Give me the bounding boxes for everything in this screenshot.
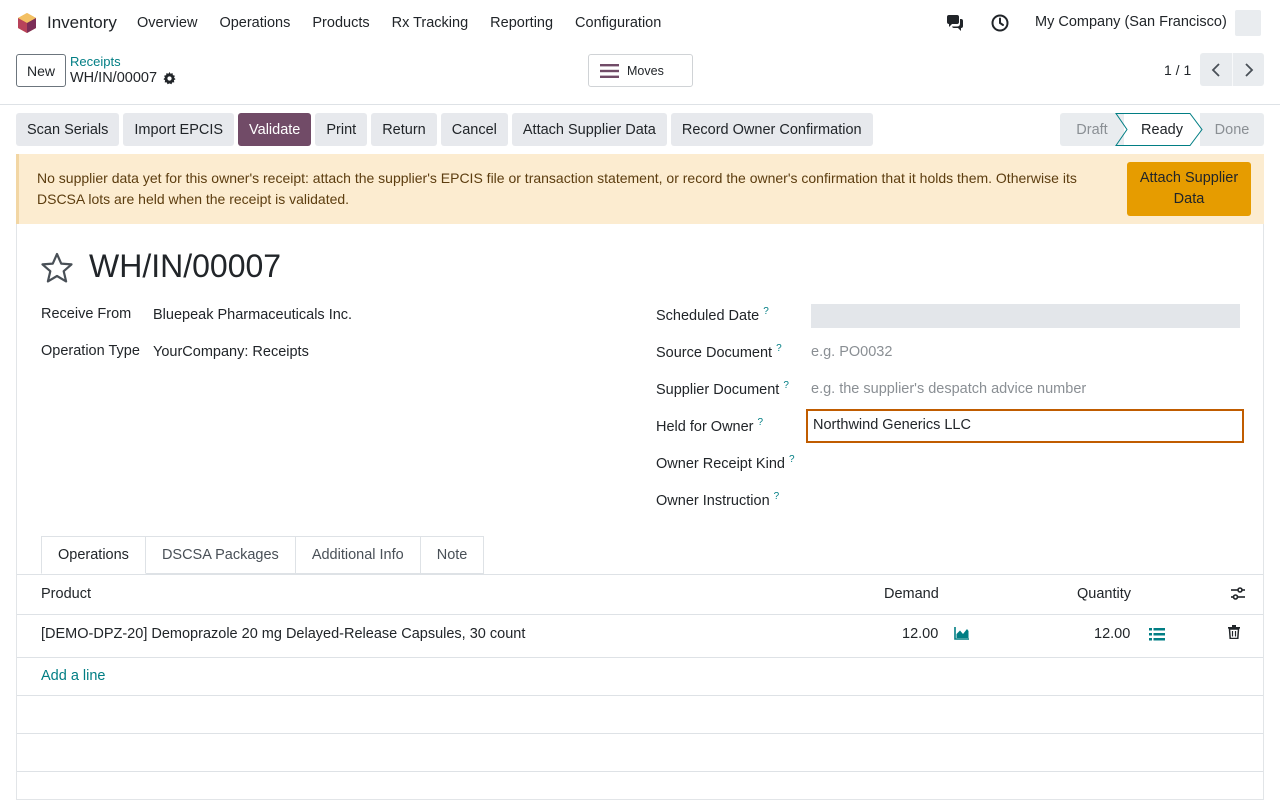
supplier-data-warning: No supplier data yet for this owner's re… [16, 154, 1264, 224]
optional-columns-settings-icon[interactable] [1230, 586, 1246, 602]
scan-serials-button[interactable]: Scan Serials [16, 113, 120, 146]
chevron-right-icon [1244, 62, 1253, 77]
row-product[interactable]: [DEMO-DPZ-20] Demoprazole 20 mg Delayed-… [41, 626, 525, 642]
validate-button[interactable]: Validate [238, 113, 312, 146]
help-tooltip-icon[interactable]: ? [789, 454, 795, 465]
breadcrumb-current: WH/IN/00007 [70, 70, 176, 86]
form-sheet: WH/IN/00007 Receive From Bluepeak Pharma… [16, 224, 1264, 800]
app-name[interactable]: Inventory [47, 13, 117, 33]
record-owner-confirmation-button[interactable]: Record Owner Confirmation [670, 113, 873, 146]
print-button[interactable]: Print [315, 113, 368, 146]
pager-value[interactable]: 1 / 1 [1164, 62, 1191, 78]
return-button[interactable]: Return [371, 113, 437, 146]
operation-type-label: Operation Type [41, 343, 140, 359]
menu-overview[interactable]: Overview [126, 0, 208, 46]
help-tooltip-icon[interactable]: ? [776, 343, 782, 354]
status-step-done[interactable]: Done [1200, 113, 1264, 146]
column-quantity[interactable]: Quantity [1077, 586, 1131, 602]
row-divider [17, 695, 1263, 696]
breadcrumb-receipts-link[interactable]: Receipts [70, 54, 121, 69]
scheduled-date-label: Scheduled Date? [656, 306, 769, 324]
supplier-document-input[interactable]: e.g. the supplier's despatch advice numb… [811, 381, 1086, 397]
breadcrumb-current-label: WH/IN/00007 [70, 70, 158, 86]
menu-reporting[interactable]: Reporting [479, 0, 564, 46]
held-for-owner-input[interactable]: Northwind Generics LLC [806, 409, 1244, 443]
record-title: WH/IN/00007 [89, 248, 282, 284]
source-document-label: Source Document? [656, 343, 782, 361]
help-tooltip-icon[interactable]: ? [763, 306, 769, 317]
warning-message: No supplier data yet for this owner's re… [37, 170, 1077, 207]
user-avatar[interactable] [1235, 10, 1261, 36]
tab-operations[interactable]: Operations [41, 536, 146, 574]
menu-operations[interactable]: Operations [208, 0, 301, 46]
header-divider [17, 614, 1263, 615]
cancel-button[interactable]: Cancel [440, 113, 508, 146]
trash-icon[interactable] [1228, 625, 1240, 639]
chevron-left-icon [1211, 62, 1220, 77]
detailed-operations-list-icon[interactable] [1149, 628, 1165, 641]
column-product[interactable]: Product [41, 586, 91, 602]
tab-note[interactable]: Note [420, 536, 485, 574]
scheduled-date-field[interactable] [811, 304, 1240, 328]
import-epcis-button[interactable]: Import EPCIS [123, 113, 235, 146]
pager-next-button[interactable] [1232, 53, 1264, 86]
menu-configuration[interactable]: Configuration [564, 0, 672, 46]
status-bar: Draft Ready Done [1060, 113, 1264, 146]
held-for-owner-label: Held for Owner? [656, 417, 764, 435]
row-quantity[interactable]: 12.00 [1094, 626, 1130, 642]
tab-dscsa-packages[interactable]: DSCSA Packages [145, 536, 296, 574]
notebook-tabs: Operations DSCSA Packages Additional Inf… [41, 536, 485, 574]
company-switcher[interactable]: My Company (San Francisco) [1035, 14, 1227, 30]
row-divider [17, 733, 1263, 734]
row-demand[interactable]: 12.00 [902, 626, 938, 642]
add-a-line-link[interactable]: Add a line [41, 668, 106, 684]
status-step-draft[interactable]: Draft [1060, 113, 1124, 146]
moves-label: Moves [627, 63, 664, 78]
row-divider [17, 657, 1263, 658]
pager-previous-button[interactable] [1200, 53, 1232, 86]
moves-smart-button[interactable]: Moves [588, 54, 693, 87]
menu-products[interactable]: Products [301, 0, 380, 46]
source-document-input[interactable]: e.g. PO0032 [811, 344, 892, 360]
operation-type-field[interactable]: YourCompany: Receipts [153, 344, 309, 360]
inventory-app-icon[interactable] [16, 12, 38, 34]
list-menu-icon [600, 63, 619, 78]
tabs-divider [17, 574, 1263, 575]
favorite-star-icon[interactable] [41, 252, 73, 284]
top-navbar: Inventory Overview Operations Products R… [0, 0, 1280, 46]
row-divider [17, 771, 1263, 772]
column-demand[interactable]: Demand [884, 586, 939, 602]
receive-from-label: Receive From [41, 306, 132, 322]
tab-additional-info[interactable]: Additional Info [295, 536, 421, 574]
new-button[interactable]: New [16, 54, 66, 87]
chat-icon[interactable] [945, 13, 965, 33]
owner-receipt-kind-label: Owner Receipt Kind? [656, 454, 795, 472]
action-button-bar: Scan Serials Import EPCIS Validate Print… [16, 113, 873, 146]
owner-instruction-label: Owner Instruction? [656, 491, 780, 509]
control-panel: New Receipts WH/IN/00007 Moves 1 / 1 [0, 46, 1280, 105]
menu-rx-tracking[interactable]: Rx Tracking [381, 0, 480, 46]
help-tooltip-icon[interactable]: ? [783, 380, 789, 391]
receive-from-field[interactable]: Bluepeak Pharmaceuticals Inc. [153, 307, 352, 323]
alert-attach-supplier-data-button[interactable]: Attach Supplier Data [1127, 162, 1251, 216]
status-step-ready[interactable]: Ready [1124, 113, 1200, 146]
help-tooltip-icon[interactable]: ? [758, 417, 764, 428]
forecast-area-chart-icon[interactable] [954, 626, 970, 640]
help-tooltip-icon[interactable]: ? [774, 491, 780, 502]
activity-clock-icon[interactable] [990, 13, 1010, 33]
attach-supplier-data-button[interactable]: Attach Supplier Data [511, 113, 667, 146]
supplier-document-label: Supplier Document? [656, 380, 789, 398]
main-menu: Overview Operations Products Rx Tracking… [126, 0, 672, 46]
gear-icon[interactable] [163, 71, 176, 85]
